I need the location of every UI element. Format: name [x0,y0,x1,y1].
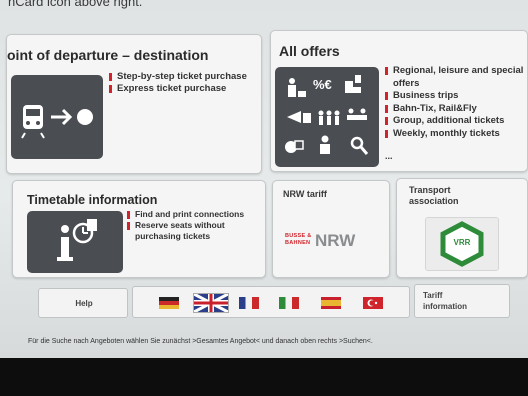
help-button[interactable]: Help [38,288,128,318]
timetable-icon-panel [27,211,123,273]
offers-options-list: Regional, leisure and special offers Bus… [385,65,528,140]
departure-title: oint of departure – destination [7,47,209,63]
vrr-label: VRR [453,238,471,247]
transport-title-line1: Transport [409,185,451,195]
timetable-information-tile[interactable]: Timetable information Find and print con… [12,180,266,278]
regional-leisure-offers-link[interactable]: Regional, leisure and special offers [385,65,528,90]
offers-title: All offers [279,43,340,59]
flag-french-icon[interactable] [239,297,259,309]
more-offers-ellipsis: ... [385,151,393,161]
offers-icon-panel: %€ [275,67,379,167]
search-hint-text: Für die Suche nach Angeboten wählen Sie … [28,338,373,345]
tariff-information-button[interactable]: Tariff information [414,284,510,318]
busse-bahnen-nrw-logo: BUSSE & BAHNEN NRW [285,231,356,250]
flag-italian-icon[interactable] [279,297,299,309]
reserve-seats-link[interactable]: Reserve seats without purchasing tickets [127,220,265,242]
step-by-step-purchase-link[interactable]: Step-by-step ticket purchase [109,71,249,83]
express-purchase-link[interactable]: Express ticket purchase [109,83,249,95]
flag-turkish-icon[interactable] [363,297,383,309]
percent-euro-icon: %€ [313,77,332,92]
train-to-destination-icon [21,105,93,139]
timetable-title: Timetable information [27,193,158,207]
departure-options-list: Step-by-step ticket purchase Express tic… [109,71,249,95]
bahn-tix-railfly-link[interactable]: Bahn-Tix, Rail&Fly [385,103,528,116]
luggage-icon [298,91,306,97]
group-tickets-link[interactable]: Group, additional tickets [385,115,528,128]
nrw-tariff-tile[interactable]: NRW tariff BUSSE & BAHNEN NRW [272,180,390,278]
ticket-machine-screen: nCard icon above right. oint of departur… [0,0,528,358]
flag-spanish-icon[interactable] [321,297,341,309]
business-trips-link[interactable]: Business trips [385,90,528,103]
flag-german-icon[interactable] [159,297,179,309]
transport-title-line2: association [409,196,459,206]
departure-destination-tile[interactable]: oint of departure – destination Step-by-… [6,34,262,174]
top-instruction-text: nCard icon above right. [8,0,143,9]
vrr-logo[interactable]: VRR [425,217,499,271]
weekly-monthly-tickets-link[interactable]: Weekly, monthly tickets [385,128,528,141]
nrw-tariff-title: NRW tariff [283,189,327,199]
timetable-options-list: Find and print connections Reserve seats… [127,209,265,242]
find-print-connections-link[interactable]: Find and print connections [127,209,265,220]
language-bar [132,286,410,318]
all-offers-tile[interactable]: All offers %€ Regional, leisure and spec… [270,30,528,172]
flag-english-icon[interactable] [193,292,229,314]
transport-association-tile[interactable]: Transport association VRR [396,178,528,278]
info-clock-icon [57,219,97,261]
departure-icon-panel [11,75,103,159]
